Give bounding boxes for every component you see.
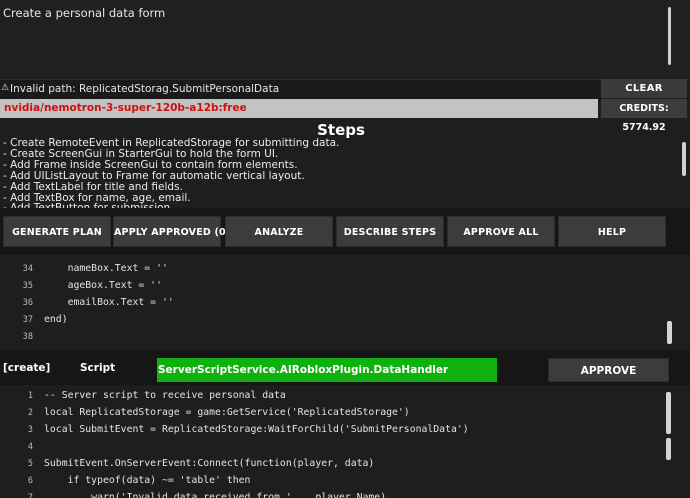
code-text: if typeof(data) ~= 'table' then <box>44 475 251 486</box>
model-row: nvidia/nemotron-3-super-120b-a12b:free C… <box>0 99 690 133</box>
code-editor-top[interactable]: 34 nameBox.Text = '' 35 ageBox.Text = '' 3… <box>0 255 690 347</box>
line-number: 7 <box>27 493 33 498</box>
code-line: 37 end) <box>0 314 660 331</box>
step-item: - Add UIListLayout to Frame for automati… <box>3 169 305 182</box>
code-line: 1 -- Server script to receive personal da… <box>0 390 660 407</box>
script-path-field: ServerScriptService.AIRobloxPlugin.DataH… <box>157 358 497 382</box>
script-type-label: Script <box>80 362 116 374</box>
code-line: 7 warn('Invalid data received from ' .. … <box>0 492 660 498</box>
line-number: 3 <box>27 425 33 435</box>
line-number: 2 <box>27 408 33 418</box>
line-number: 4 <box>27 442 33 452</box>
code-line: 6 if typeof(data) ~= 'table' then <box>0 475 660 492</box>
script-path-text: ServerScriptService.AIRobloxPlugin.DataH… <box>158 364 449 376</box>
code-line: 35 ageBox.Text = '' <box>0 280 660 297</box>
code-text: local SubmitEvent = ReplicatedStorage:Wa… <box>44 424 469 435</box>
line-number: 1 <box>27 391 33 401</box>
code-line: 38 <box>0 331 660 348</box>
action-toolbar: GENERATE PLAN APPLY APPROVED (0/14) ANAL… <box>0 208 690 255</box>
line-number: 34 <box>22 264 33 274</box>
line-number: 35 <box>22 281 33 291</box>
warning-icon: ⚠ <box>1 83 10 93</box>
line-number: 38 <box>22 332 33 342</box>
describe-steps-button[interactable]: DESCRIBE STEPS <box>336 216 444 247</box>
script-action-label: [create] <box>3 362 51 374</box>
apply-approved-button[interactable]: APPLY APPROVED (0/14) <box>113 216 247 247</box>
script-header: [create] Script ServerScriptService.AIRo… <box>0 350 690 385</box>
steps-title: Steps <box>317 121 365 139</box>
path-row: ⚠ Invalid path: ReplicatedStorag.SubmitP… <box>0 79 690 99</box>
model-name: nvidia/nemotron-3-super-120b-a12b:free <box>4 102 247 114</box>
credits-label: CREDITS: 5774.92 <box>601 99 687 133</box>
code-text: -- Server script to receive personal dat… <box>44 390 286 401</box>
line-number: 6 <box>27 476 33 486</box>
prompt-scrollbar[interactable] <box>668 7 671 65</box>
clear-button[interactable]: CLEAR <box>601 79 687 98</box>
approve-all-button[interactable]: APPROVE ALL <box>447 216 555 247</box>
code-bottom-scrollbar[interactable] <box>666 392 671 434</box>
steps-list[interactable]: - Create RemoteEvent in ReplicatedStorag… <box>0 138 690 208</box>
code-text: SubmitEvent.OnServerEvent:Connect(functi… <box>44 458 375 469</box>
code-line: 2 local ReplicatedStorage = game:GetServi… <box>0 407 660 424</box>
code-text: nameBox.Text = '' <box>44 263 168 274</box>
code-text: local ReplicatedStorage = game:GetServic… <box>44 407 410 418</box>
code-top-scrollbar[interactable] <box>667 321 672 344</box>
code-text: warn('Invalid data received from ' .. pl… <box>44 492 387 498</box>
model-field[interactable]: nvidia/nemotron-3-super-120b-a12b:free <box>0 99 598 118</box>
generate-plan-button[interactable]: GENERATE PLAN <box>3 216 111 247</box>
approve-button[interactable]: APPROVE <box>548 358 669 382</box>
analyze-button[interactable]: ANALYZE <box>225 216 333 247</box>
path-status-text: Invalid path: ReplicatedStorag.SubmitPer… <box>10 83 280 95</box>
prompt-text: Create a personal data form <box>3 6 166 20</box>
code-bottom-scrollbar-thumb[interactable] <box>666 438 671 460</box>
step-item: - Add TextLabel for title and fields. <box>3 180 183 193</box>
code-line: 4 <box>0 441 660 458</box>
code-line: 3 local SubmitEvent = ReplicatedStorage:W… <box>0 424 660 441</box>
code-line: 34 nameBox.Text = '' <box>0 263 660 280</box>
line-number: 36 <box>22 298 33 308</box>
path-status-box: ⚠ Invalid path: ReplicatedStorag.SubmitP… <box>0 79 599 99</box>
code-text: emailBox.Text = '' <box>44 297 174 308</box>
line-number: 37 <box>22 315 33 325</box>
prompt-textbox[interactable]: Create a personal data form <box>0 0 690 78</box>
line-number: 5 <box>27 459 33 469</box>
code-line: 36 emailBox.Text = '' <box>0 297 660 314</box>
code-text: ageBox.Text = '' <box>44 280 162 291</box>
code-editor-bottom[interactable]: 1 -- Server script to receive personal da… <box>0 385 690 498</box>
steps-scrollbar[interactable] <box>682 142 686 176</box>
help-button[interactable]: HELP <box>558 216 666 247</box>
code-line: 5 SubmitEvent.OnServerEvent:Connect(funct… <box>0 458 660 475</box>
code-text: end) <box>44 314 68 325</box>
